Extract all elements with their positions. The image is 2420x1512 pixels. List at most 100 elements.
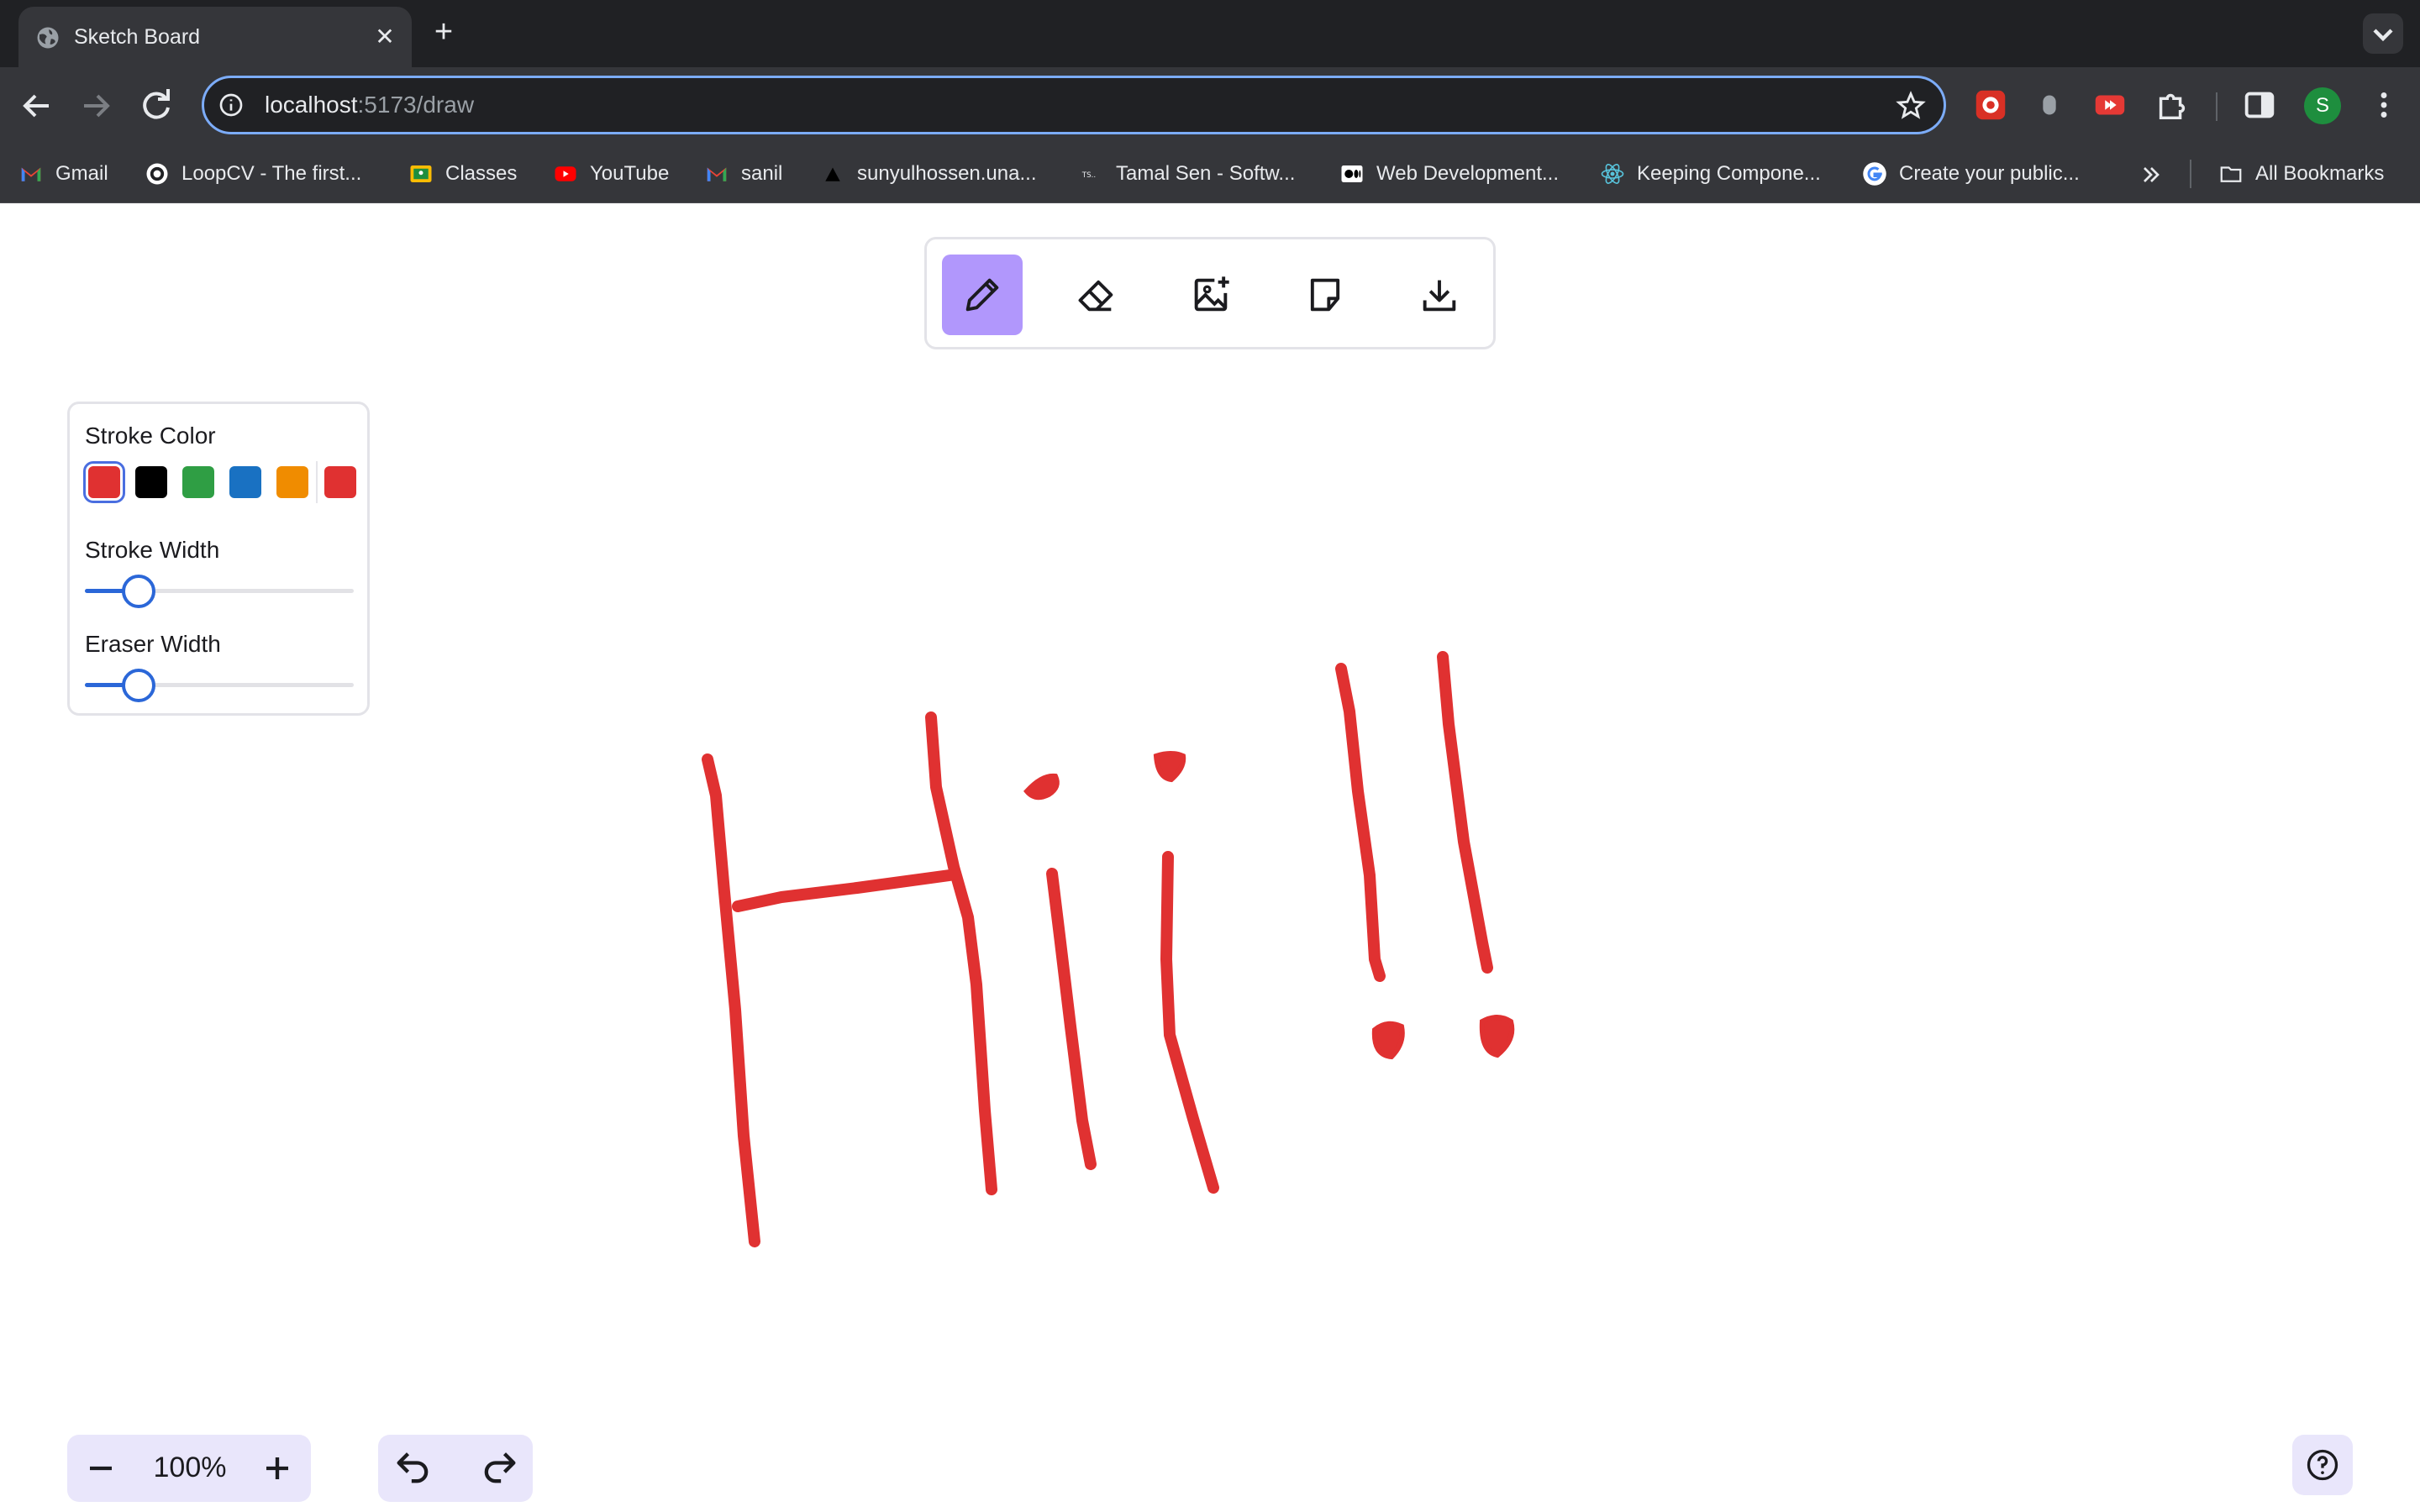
bookmark-tamal-sen[interactable]: TS.. Tamal Sen - Softw...	[1079, 158, 1296, 190]
drawing-canvas[interactable]	[0, 203, 2420, 1512]
google-icon	[1863, 162, 1886, 186]
stroke-excl2	[1437, 651, 1493, 974]
redo-icon[interactable]	[477, 1446, 521, 1490]
side-panel-icon[interactable]	[2240, 86, 2279, 124]
reload-icon[interactable]	[136, 86, 176, 126]
stroke-h-left	[702, 753, 760, 1247]
tab-title: Sketch Board	[74, 25, 201, 49]
more-vertical-icon[interactable]	[2365, 86, 2403, 124]
tool-bar	[924, 237, 1496, 349]
bookmarks-separator	[2190, 160, 2191, 188]
eraser-width-label: Eraser Width	[85, 631, 221, 657]
folder-icon	[2220, 166, 2242, 182]
bookmark-label: Classes	[445, 162, 518, 185]
stroke-color-label: Stroke Color	[85, 423, 216, 449]
bookmark-web-development[interactable]: Web Development...	[1339, 158, 1559, 190]
eraser-icon	[1078, 280, 1113, 312]
loopcv-icon	[146, 163, 168, 185]
download-icon	[1423, 280, 1456, 312]
profile-avatar[interactable]: S	[2304, 87, 2341, 124]
zoom-in-icon[interactable]	[255, 1446, 299, 1490]
stroke-i2	[1160, 851, 1219, 1194]
bookmark-label: Web Development...	[1376, 162, 1559, 185]
bookmark-label: LoopCV - The first...	[182, 162, 362, 185]
swatch-separator	[316, 461, 318, 503]
gmail-icon	[21, 167, 41, 181]
bookmark-star-icon[interactable]	[1895, 90, 1927, 122]
bookmark-label: Keeping Compone...	[1637, 162, 1821, 185]
globe-icon	[37, 27, 59, 49]
color-swatch[interactable]	[229, 466, 261, 498]
custom-color-picker[interactable]	[324, 466, 356, 498]
slider-thumb[interactable]	[122, 575, 155, 608]
address-bar[interactable]: localhost:5173/draw	[202, 76, 1946, 134]
color-swatch[interactable]	[182, 466, 214, 498]
url-path: :5173/draw	[357, 92, 475, 118]
extension-youtube-icon[interactable]	[2091, 86, 2129, 124]
stroke-dot-i2	[1153, 751, 1186, 783]
bookmark-keeping-components[interactable]: Keeping Compone...	[1600, 158, 1821, 190]
undo-icon[interactable]	[392, 1446, 435, 1490]
eraser-tool-button[interactable]	[1056, 255, 1137, 335]
stroke-h-bar	[732, 869, 955, 912]
toolbar-separator	[2216, 92, 2217, 121]
bookmark-create-public[interactable]: Create your public...	[1862, 158, 2080, 190]
history-controls	[378, 1435, 533, 1502]
url-text: localhost:5173/draw	[265, 91, 474, 119]
color-swatch[interactable]	[276, 466, 308, 498]
zoom-out-icon[interactable]	[79, 1446, 123, 1490]
all-bookmarks-label: All Bookmarks	[2255, 162, 2385, 185]
bookmark-gmail[interactable]: Gmail	[18, 158, 108, 190]
close-tab-icon[interactable]: ✕	[370, 22, 400, 52]
svg-text:TS..: TS..	[1081, 171, 1096, 180]
slider-thumb[interactable]	[122, 669, 155, 702]
chevron-down-icon	[2373, 29, 2393, 42]
bookmark-sanil[interactable]: sanil	[704, 158, 782, 190]
stroke-h-right	[925, 711, 997, 1195]
stroke-excl1	[1335, 663, 1386, 982]
zoom-level: 100%	[153, 1452, 227, 1483]
forward-arrow-icon[interactable]	[76, 86, 116, 126]
all-bookmarks-button[interactable]: All Bookmarks	[2218, 158, 2384, 190]
stroke-width-label: Stroke Width	[85, 537, 220, 563]
sketch-board-app: Stroke Color Stroke Width Eraser Width 1…	[0, 203, 2420, 1512]
properties-panel: Stroke Color Stroke Width Eraser Width	[67, 402, 370, 716]
bookmark-label: sanil	[741, 162, 783, 185]
site-info-icon[interactable]	[218, 92, 245, 118]
youtube-icon	[555, 166, 576, 181]
classroom-icon	[410, 165, 432, 182]
pencil-tool-button[interactable]	[942, 255, 1023, 335]
sticky-note-tool-button[interactable]	[1285, 255, 1365, 335]
ts-icon: TS..	[1081, 171, 1096, 180]
triangle-icon	[825, 167, 840, 181]
bookmark-label: sunyulhossen.una...	[857, 162, 1037, 185]
color-swatch[interactable]	[83, 461, 125, 503]
tab-strip: Sketch Board ✕ +	[0, 0, 2420, 67]
gmail-icon	[707, 167, 727, 181]
stroke-dot-excl2	[1479, 1015, 1515, 1058]
bookmark-youtube[interactable]: YouTube	[553, 158, 669, 190]
chevron-double-right-icon[interactable]	[2138, 161, 2165, 188]
add-image-tool-button[interactable]	[1171, 255, 1251, 335]
stroke-dot-excl1	[1371, 1021, 1405, 1060]
eraser-width-slider[interactable]	[85, 666, 354, 703]
react-icon	[1601, 164, 1624, 184]
bookmark-label: Tamal Sen - Softw...	[1116, 162, 1296, 185]
bookmark-classes[interactable]: Classes	[408, 158, 517, 190]
new-tab-button[interactable]: +	[429, 15, 459, 49]
back-arrow-icon[interactable]	[17, 86, 57, 126]
extension-red-icon[interactable]	[1971, 86, 2010, 124]
color-swatch[interactable]	[135, 466, 167, 498]
tab-search-button[interactable]	[2363, 13, 2403, 54]
help-button[interactable]	[2292, 1435, 2353, 1495]
bookmark-sunyulhossen[interactable]: sunyulhossen.una...	[820, 158, 1036, 190]
extension-mouse-icon[interactable]	[2030, 86, 2069, 124]
sticky-note-icon	[1310, 278, 1340, 312]
stroke-width-slider[interactable]	[85, 572, 354, 609]
stroke-i1	[1046, 868, 1097, 1170]
bookmark-loopcv[interactable]: LoopCV - The first...	[145, 158, 361, 190]
extensions-puzzle-icon[interactable]	[2153, 86, 2191, 124]
zoom-controls: 100%	[67, 1435, 311, 1502]
download-tool-button[interactable]	[1399, 255, 1480, 335]
tab-sketch-board[interactable]: Sketch Board ✕	[18, 7, 412, 67]
